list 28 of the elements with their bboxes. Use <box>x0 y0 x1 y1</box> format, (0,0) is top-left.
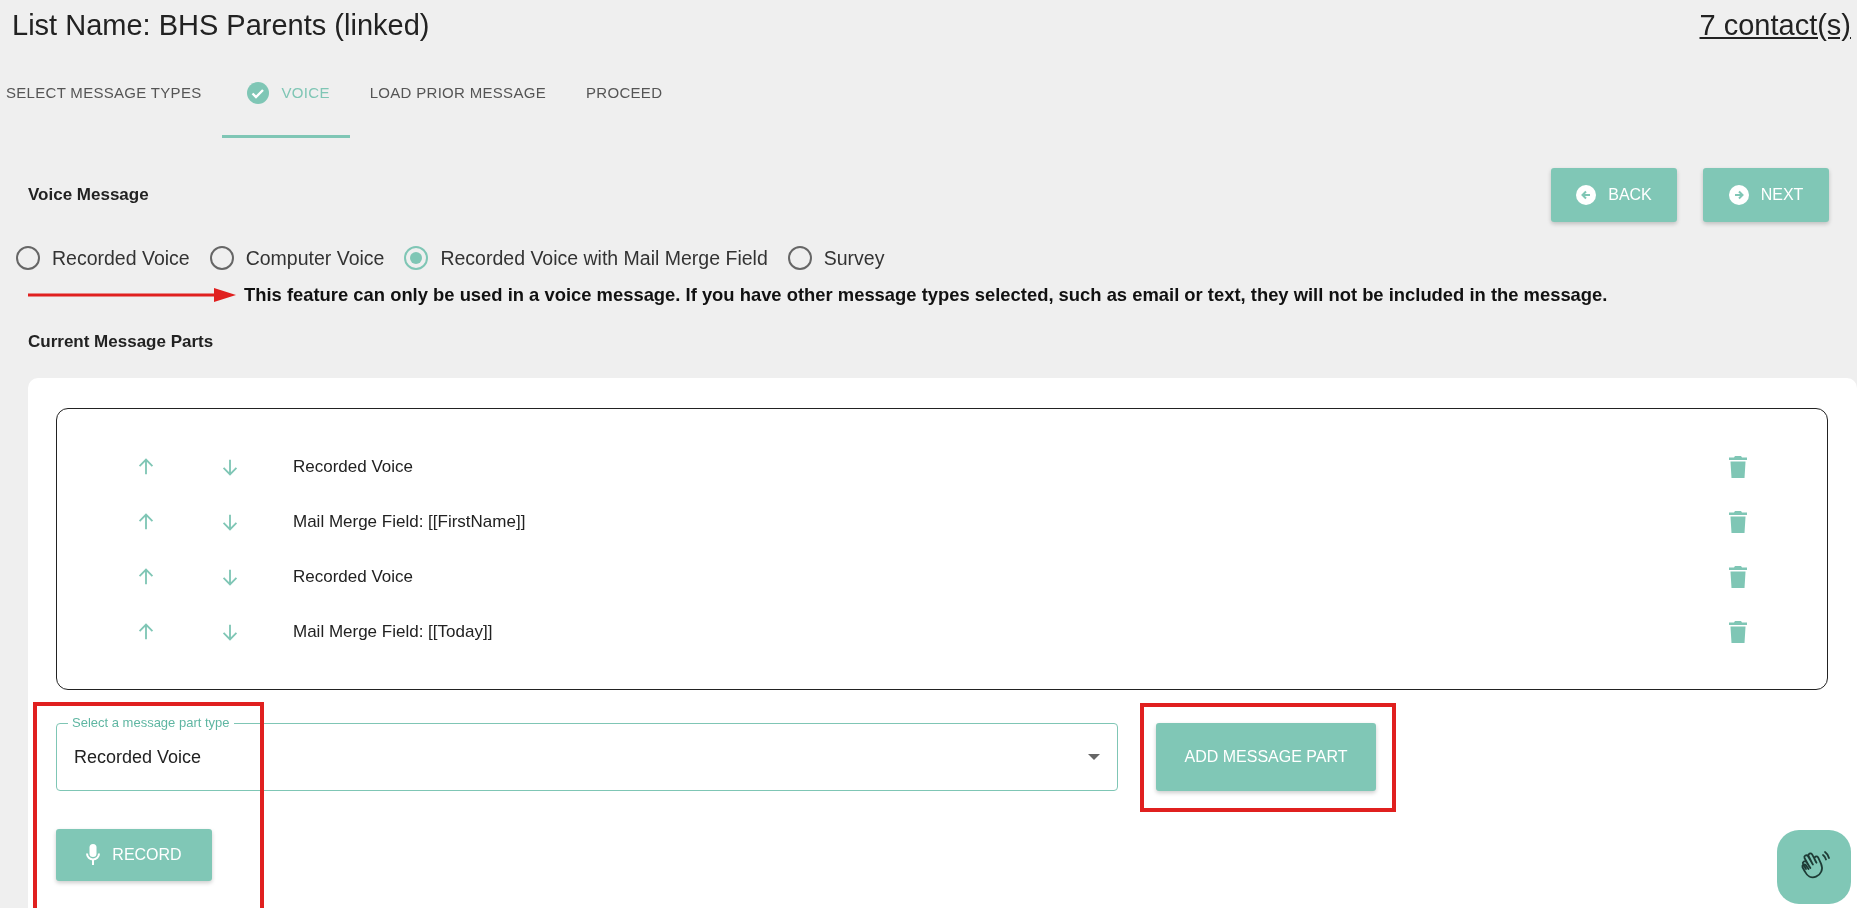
list-name-title: List Name: BHS Parents (linked) <box>12 8 430 42</box>
voice-type-radio[interactable]: Recorded Voice with Mail Merge Field <box>404 246 768 270</box>
arrow-right-circle-icon <box>1728 185 1749 205</box>
contacts-link[interactable]: 7 contact(s) <box>1699 8 1851 42</box>
dropdown-caret-icon <box>1087 753 1101 761</box>
microphone-icon <box>86 844 101 866</box>
trash-icon[interactable] <box>1729 455 1747 478</box>
trash-icon[interactable] <box>1729 620 1747 643</box>
step-tab[interactable]: SELECT MESSAGE TYPES <box>0 50 222 138</box>
message-part-label: Recorded Voice <box>293 566 415 587</box>
message-part-label: Mail Merge Field: [[Today]] <box>293 621 494 642</box>
trash-icon[interactable] <box>1729 565 1747 588</box>
arrow-left-circle-icon <box>1576 185 1597 205</box>
section-title: Voice Message <box>28 185 149 205</box>
step-tab[interactable]: PROCEED <box>566 50 683 138</box>
voice-type-radio[interactable]: Computer Voice <box>209 246 385 270</box>
voice-type-radio[interactable]: Recorded Voice <box>16 246 190 270</box>
trash-icon[interactable] <box>1729 510 1747 533</box>
message-part-label: Mail Merge Field: [[FirstName]] <box>293 511 527 532</box>
help-chat-button[interactable] <box>1777 830 1851 904</box>
warning-text: This feature can only be used in a voice message. If you have other message types selected, such as email or text, they will not be included in the message. <box>244 284 1608 306</box>
voice-type-radio[interactable]: Survey <box>787 246 885 270</box>
message-part-label: Recorded Voice <box>293 456 415 477</box>
field-label: Select a message part type <box>68 716 234 730</box>
check-circle-icon <box>245 80 270 105</box>
step-tab[interactable]: LOAD PRIOR MESSAGE <box>349 50 566 138</box>
select-value: Recorded Voice <box>74 746 202 768</box>
section-title: Current Message Parts <box>28 332 215 352</box>
